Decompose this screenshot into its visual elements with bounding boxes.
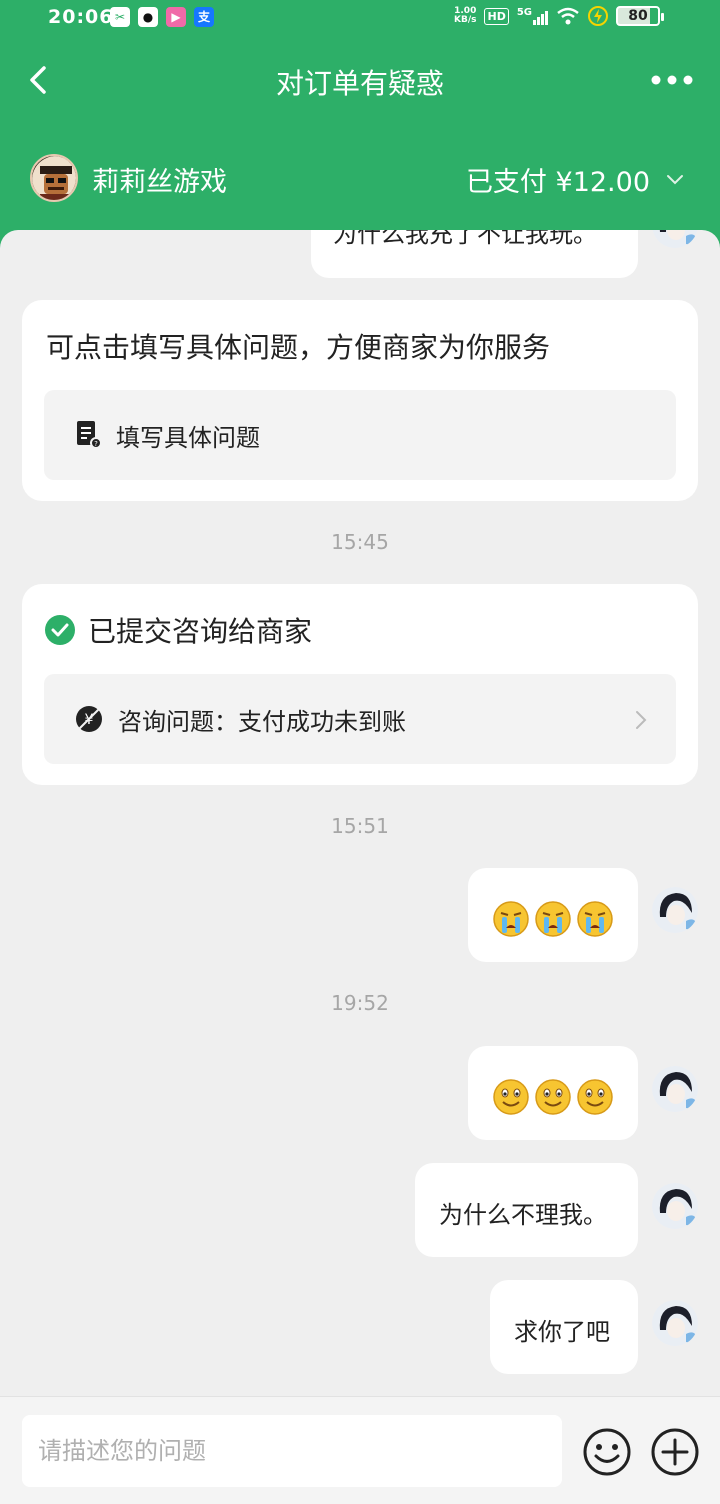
- wifi-icon: [557, 7, 579, 25]
- smile-emoji-icon: [493, 1079, 529, 1115]
- crying-emoji-icon: [577, 901, 613, 937]
- prompt-card: 可点击填写具体问题，方便商家为你服务 ? 填写具体问题: [22, 300, 698, 501]
- user-avatar[interactable]: [652, 1183, 698, 1229]
- message-bubble: 求你了吧: [490, 1280, 638, 1374]
- issue-label: 咨询问题：支付成功未到账: [118, 708, 406, 736]
- battery-tip: [661, 13, 664, 21]
- message-bubble-emoji: [468, 868, 638, 962]
- signal-label: 5G: [516, 7, 532, 18]
- chevron-down-icon[interactable]: [664, 168, 686, 190]
- shop-name[interactable]: 莉莉丝游戏: [92, 160, 227, 199]
- check-circle-icon: [45, 615, 75, 645]
- scissors-app-icon: ✂: [110, 7, 130, 27]
- signal-icon: 5G: [517, 7, 548, 25]
- smile-emoji-icon: [535, 1079, 571, 1115]
- crying-emoji-icon: [535, 901, 571, 937]
- qq-app-icon: ●: [138, 7, 158, 27]
- status-apps: ✂ ● ▶ 支: [110, 7, 214, 27]
- smile-emoji-icon: [577, 1079, 613, 1115]
- user-avatar[interactable]: [652, 887, 698, 933]
- top-bar: 对订单有疑惑: [0, 50, 720, 110]
- shop-row[interactable]: 莉莉丝游戏 已支付 ¥12.00: [0, 150, 720, 206]
- timestamp: 19:52: [331, 991, 389, 1015]
- submitted-card: 已提交咨询给商家 ¥ 咨询问题：支付成功未到账: [22, 584, 698, 785]
- add-more-button[interactable]: [650, 1427, 700, 1477]
- user-avatar[interactable]: [652, 1066, 698, 1112]
- message-bubble-emoji: [468, 1046, 638, 1140]
- more-options-button[interactable]: [650, 60, 694, 100]
- emoji-button[interactable]: [582, 1427, 632, 1477]
- payment-icon: ¥: [76, 706, 102, 732]
- user-avatar[interactable]: [652, 1300, 698, 1346]
- svg-text:?: ?: [94, 440, 98, 448]
- message-text: 求你了吧: [514, 1318, 610, 1346]
- alipay-app-icon: 支: [194, 7, 214, 27]
- video-app-icon: ▶: [166, 7, 186, 27]
- timestamp: 15:51: [331, 814, 389, 838]
- crying-emoji-icon: [493, 901, 529, 937]
- message-bubble-partial: 为什么我充了不让我玩。: [311, 230, 638, 278]
- message-text: 为什么我充了不让我玩。: [333, 230, 597, 248]
- form-edit-icon: ?: [77, 421, 102, 449]
- emoji-row: [492, 900, 614, 938]
- hd-badge: HD: [484, 7, 509, 25]
- shop-avatar[interactable]: [30, 154, 78, 202]
- message-input[interactable]: [22, 1415, 562, 1487]
- card-title: 可点击填写具体问题，方便商家为你服务: [46, 331, 551, 364]
- network-speed: 1.00 KB/s: [454, 6, 477, 25]
- card-title: 已提交咨询给商家: [88, 615, 313, 648]
- input-bar: [0, 1396, 720, 1504]
- status-time: 20:06: [48, 6, 114, 28]
- fill-problem-button[interactable]: ? 填写具体问题: [44, 390, 676, 480]
- emoji-row: [492, 1078, 614, 1116]
- chevron-right-icon: [636, 711, 647, 729]
- battery-indicator: 80: [616, 6, 660, 26]
- fill-problem-label: 填写具体问题: [116, 424, 260, 452]
- user-avatar[interactable]: [652, 230, 698, 248]
- message-text: 为什么不理我。: [439, 1201, 607, 1229]
- timestamp: 15:45: [331, 530, 389, 554]
- pay-status[interactable]: 已支付 ¥12.00: [466, 160, 650, 199]
- status-bar: 20:06 ✂ ● ▶ 支 1.00 KB/s HD 5G 80: [0, 0, 720, 34]
- charging-icon: [588, 6, 608, 26]
- issue-detail-row[interactable]: ¥ 咨询问题：支付成功未到账: [44, 674, 676, 764]
- status-right: 1.00 KB/s HD 5G 80: [454, 6, 660, 26]
- message-bubble: 为什么不理我。: [415, 1163, 638, 1257]
- header: 20:06 ✂ ● ▶ 支 1.00 KB/s HD 5G 80 对订单有疑惑: [0, 0, 720, 250]
- chat-area[interactable]: 为什么我充了不让我玩。 可点击填写具体问题，方便商家为你服务 ? 填写具体问题 …: [0, 230, 720, 1396]
- page-title: 对订单有疑惑: [275, 67, 444, 100]
